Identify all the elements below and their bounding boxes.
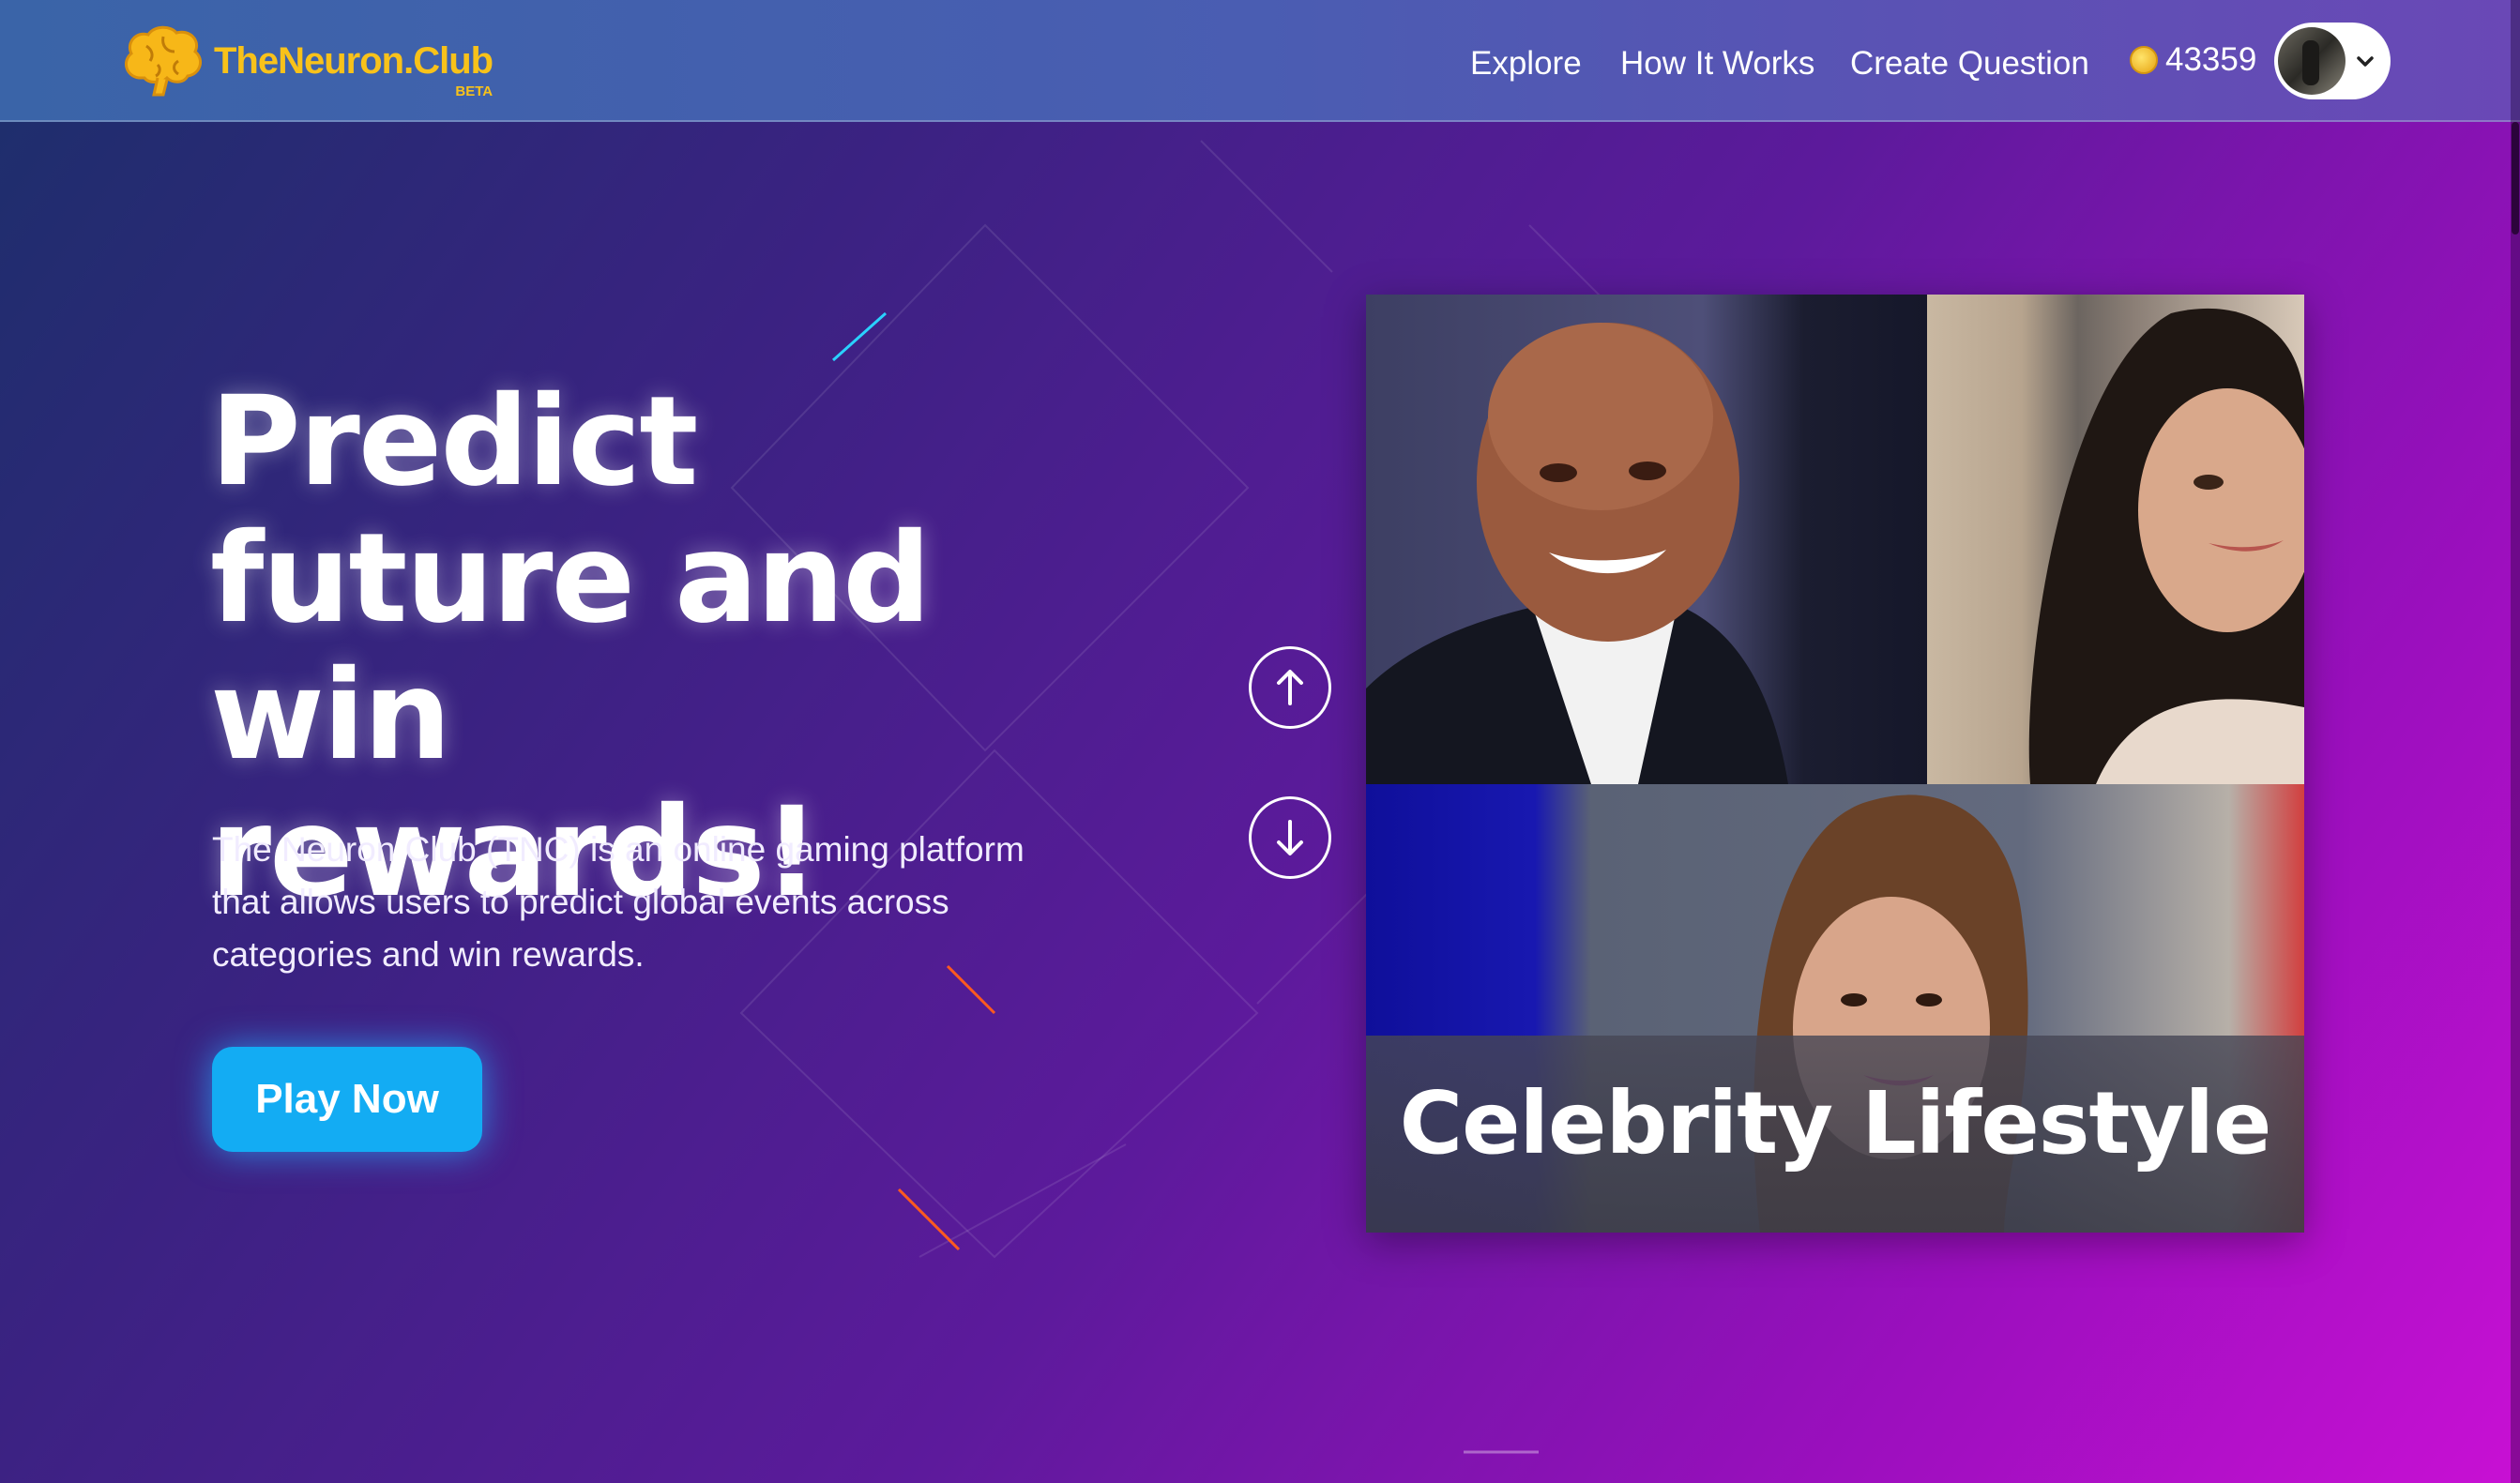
celebrity-photo (1927, 295, 2304, 784)
carousel-down-button[interactable] (1249, 796, 1331, 879)
chevron-down-icon (2357, 56, 2374, 67)
hero-title-line: future and (210, 507, 932, 651)
arrow-down-icon (1277, 820, 1303, 855)
scrollbar-thumb[interactable] (2512, 122, 2519, 235)
logo-title: TheNeuron.Club (214, 39, 493, 82)
carousel-up-button[interactable] (1249, 646, 1331, 729)
hero-description: The Neuron Club (TNC) is an online gamin… (212, 830, 1025, 974)
beta-badge: BETA (455, 83, 493, 99)
nav-how-it-works[interactable]: How It Works (1620, 45, 1814, 83)
site-logo[interactable]: TheNeuron.Club BETA (120, 21, 493, 101)
top-navbar: TheNeuron.Club BETA Explore How It Works… (0, 0, 2520, 122)
coin-balance[interactable]: 43359 (2130, 41, 2256, 79)
play-now-button[interactable]: Play Now (212, 1047, 482, 1152)
brain-icon (124, 25, 203, 97)
category-label: Celebrity Lifestyle (1399, 1073, 2272, 1173)
nav-explore[interactable]: Explore (1470, 45, 1582, 83)
hero-title-line: Predict (210, 370, 698, 514)
profile-menu-button[interactable] (2274, 23, 2391, 99)
coin-count: 43359 (2165, 41, 2257, 78)
coin-icon (2130, 46, 2158, 74)
arrow-up-icon (1277, 670, 1303, 705)
nav-create-question[interactable]: Create Question (1850, 45, 2089, 83)
celebrity-photo (1366, 295, 1927, 784)
category-card[interactable]: Celebrity Lifestyle (1366, 295, 2304, 1233)
avatar (2278, 27, 2345, 95)
